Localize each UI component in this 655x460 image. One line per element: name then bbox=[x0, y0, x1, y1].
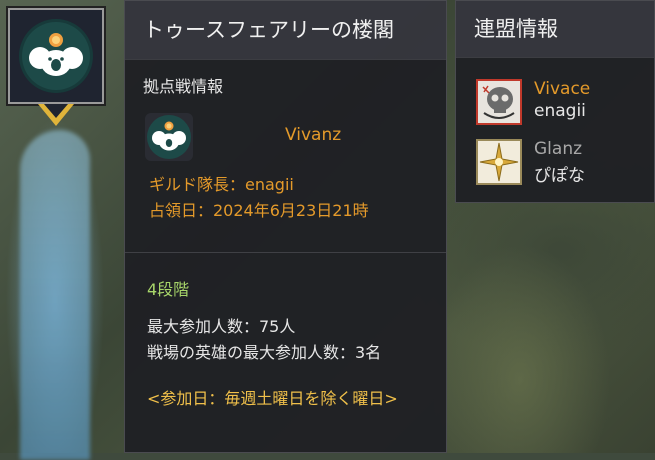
koala-emblem-icon bbox=[18, 18, 94, 94]
guild-name[interactable]: Vivanz bbox=[285, 125, 341, 145]
territory-marker[interactable] bbox=[8, 8, 104, 104]
marker-pointer-inner bbox=[44, 104, 68, 118]
ally-name: Vivace bbox=[534, 79, 591, 99]
alliance-info-panel: 連盟情報 Vivace enagii Glanz ぴぽな bbox=[455, 0, 655, 203]
territory-info-panel: トゥースフェアリーの楼閣 拠点戦情報 Vivanz ギルド隊長：enagii 占… bbox=[124, 0, 447, 453]
alliance-item[interactable]: Vivace enagii bbox=[476, 75, 646, 135]
star-emblem-icon bbox=[476, 139, 522, 185]
participation-days: <参加日：毎週土曜日を除く曜日> bbox=[147, 389, 398, 408]
skull-emblem-icon bbox=[476, 79, 522, 125]
map-river bbox=[20, 130, 90, 460]
alliance-list: Vivace enagii Glanz ぴぽな bbox=[476, 75, 646, 195]
territory-stage: 4段階 bbox=[147, 280, 190, 299]
ally-leader: ぴぽな bbox=[534, 166, 585, 186]
max-participants: 最大参加人数：75人 bbox=[147, 317, 296, 336]
territory-title: トゥースフェアリーの楼閣 bbox=[125, 1, 446, 60]
occupied-date: 占領日：2024年6月23日21時 bbox=[149, 201, 369, 220]
ally-name: Glanz bbox=[534, 139, 583, 159]
koala-emblem-icon bbox=[145, 113, 193, 161]
ally-leader: enagii bbox=[534, 101, 586, 121]
alliance-title: 連盟情報 bbox=[456, 1, 654, 58]
siege-info-label: 拠点戦情報 bbox=[143, 77, 224, 96]
guild-leader: ギルド隊長：enagii bbox=[149, 175, 294, 194]
hero-max-participants: 戦場の英雄の最大参加人数：3名 bbox=[147, 343, 382, 362]
section-divider bbox=[125, 252, 446, 253]
alliance-item[interactable]: Glanz ぴぽな bbox=[476, 135, 646, 195]
